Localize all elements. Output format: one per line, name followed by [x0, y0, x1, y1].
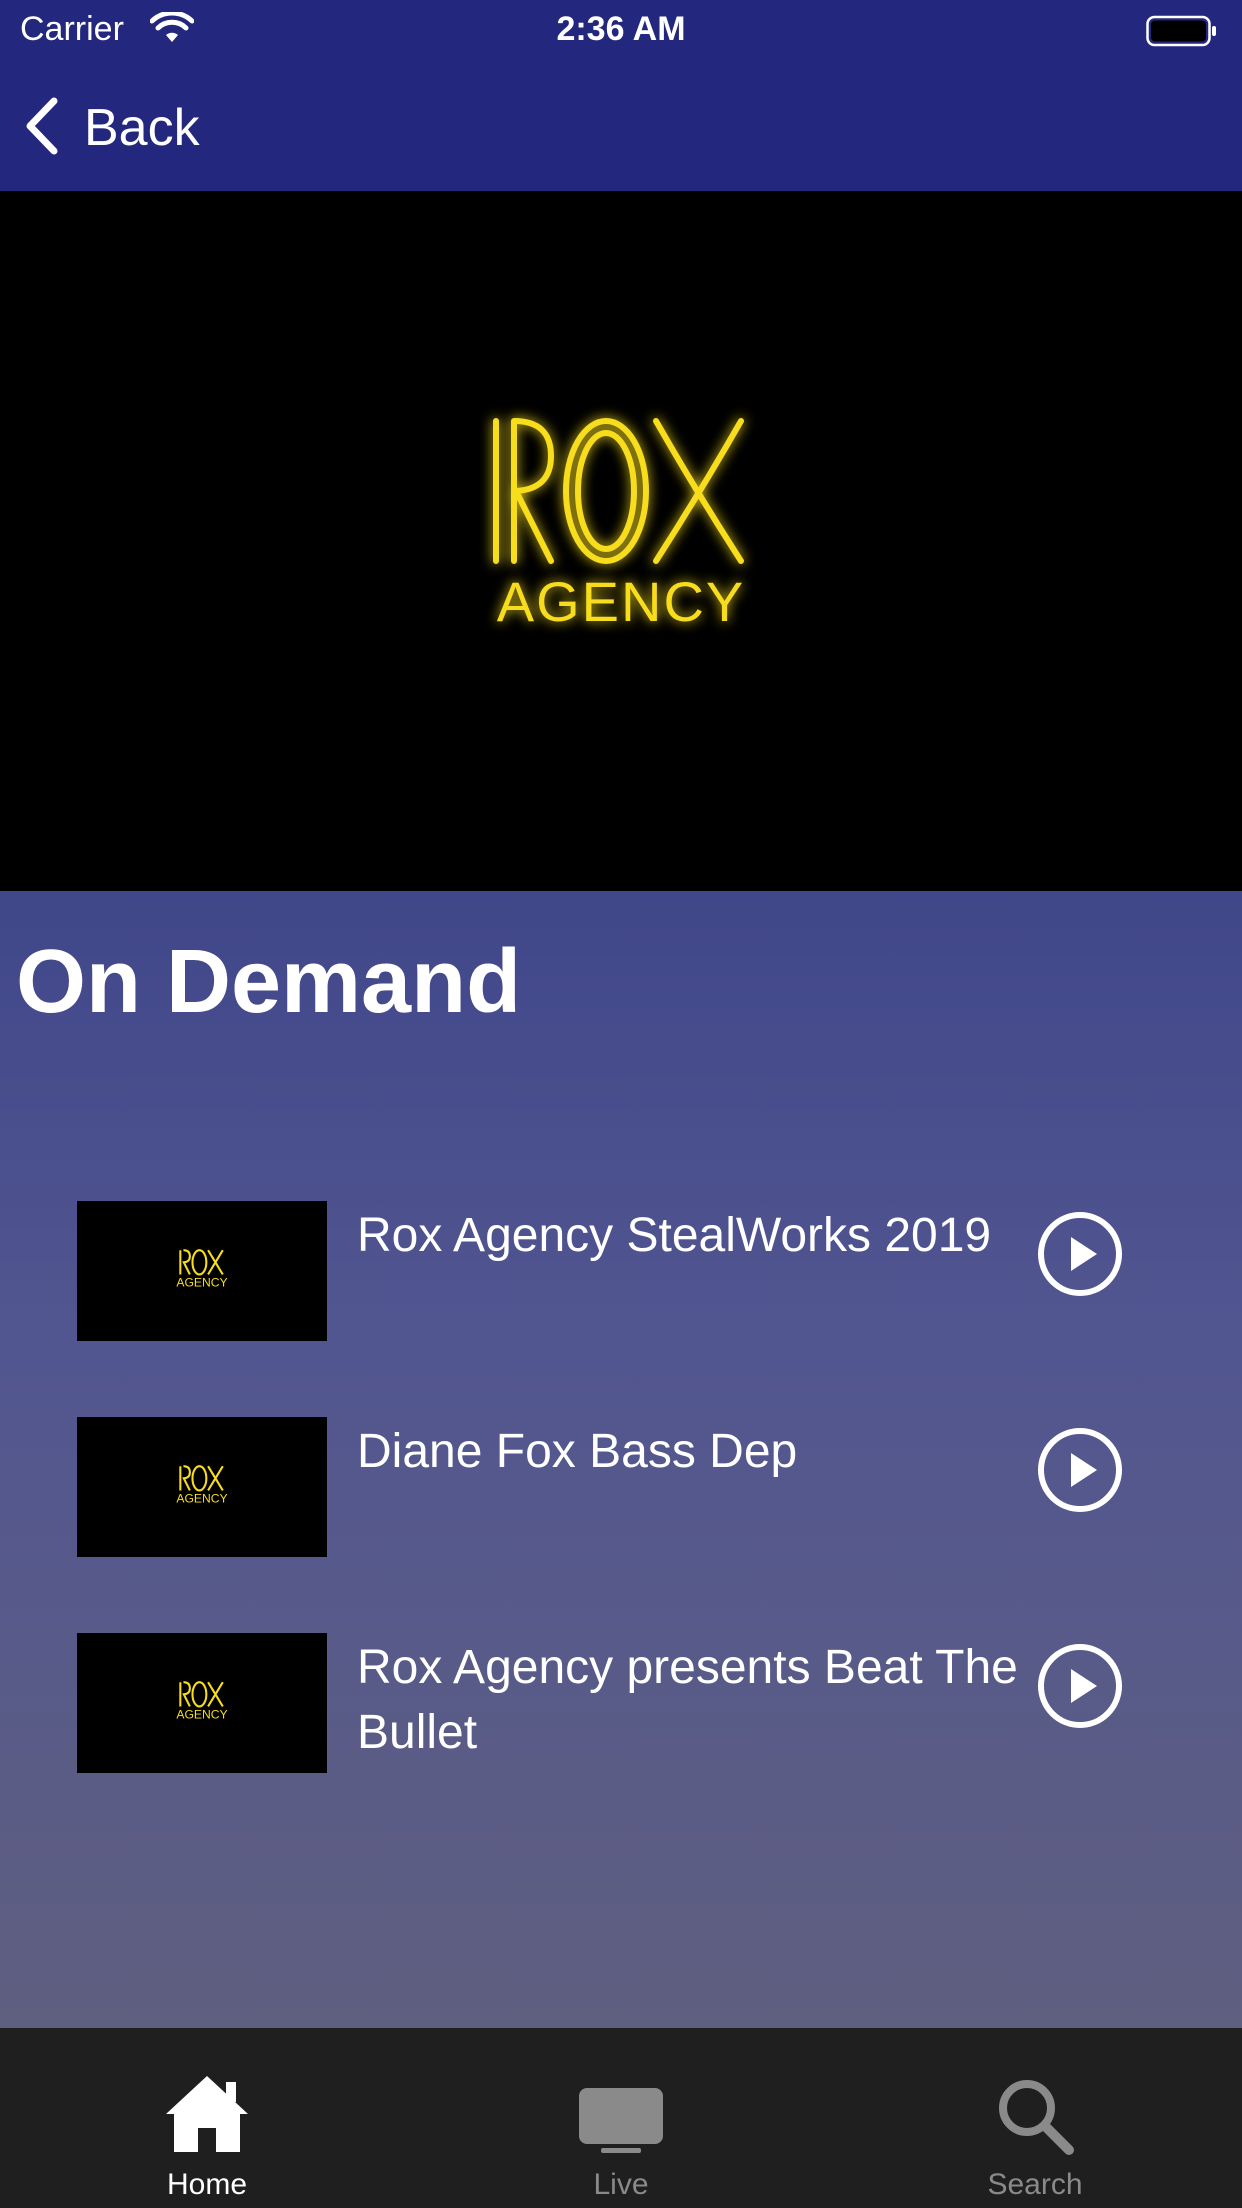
tab-label: Search — [987, 2168, 1083, 2201]
video-player[interactable]: AGENCY — [0, 191, 1242, 891]
page-title: On Demand — [16, 932, 522, 1032]
video-thumbnail: AGENCY — [77, 1633, 327, 1773]
svg-text:AGENCY: AGENCY — [176, 1708, 227, 1722]
svg-text:AGENCY: AGENCY — [176, 1276, 227, 1290]
on-demand-section: On Demand AGENCY Rox Agency StealWorks 2… — [0, 891, 1242, 2028]
video-title: Diane Fox Bass Dep — [357, 1425, 798, 1478]
play-button[interactable] — [1037, 1643, 1123, 1729]
svg-text:AGENCY: AGENCY — [497, 570, 746, 633]
video-title: Rox Agency StealWorks 2019 — [357, 1209, 992, 1262]
tab-label: Live — [593, 2168, 649, 2201]
video-thumbnail: AGENCY — [77, 1417, 327, 1557]
list-item[interactable]: AGENCY Diane Fox Bass Dep — [77, 1417, 1167, 1557]
tab-live[interactable]: Live — [521, 2028, 721, 2208]
chevron-left-icon — [22, 95, 62, 162]
tab-bar: Home Live Search — [0, 2028, 1242, 2208]
play-button[interactable] — [1037, 1211, 1123, 1297]
battery-icon — [1146, 14, 1218, 53]
tab-label: Home — [166, 2168, 248, 2201]
tv-icon — [577, 2068, 665, 2156]
list-item[interactable]: AGENCY Rox Agency presents Beat The Bull… — [77, 1633, 1167, 1773]
search-icon — [995, 2068, 1075, 2156]
rox-agency-logo: AGENCY — [493, 418, 746, 633]
back-label: Back — [84, 99, 200, 157]
status-bar: Carrier 2:36 AM — [0, 0, 1242, 62]
video-thumbnail: AGENCY — [77, 1201, 327, 1341]
tab-search[interactable]: Search — [935, 2028, 1135, 2208]
list-item[interactable]: AGENCY Rox Agency StealWorks 2019 — [77, 1201, 1167, 1341]
video-title: Rox Agency presents Beat The Bullet — [357, 1641, 1018, 1759]
status-time: 2:36 AM — [556, 10, 686, 48]
play-button[interactable] — [1037, 1427, 1123, 1513]
svg-text:AGENCY: AGENCY — [176, 1492, 227, 1506]
home-icon — [162, 2068, 252, 2156]
app-header: Carrier 2:36 AM Back — [0, 0, 1242, 191]
back-button[interactable]: Back — [22, 92, 200, 164]
tab-home[interactable]: Home — [107, 2028, 307, 2208]
